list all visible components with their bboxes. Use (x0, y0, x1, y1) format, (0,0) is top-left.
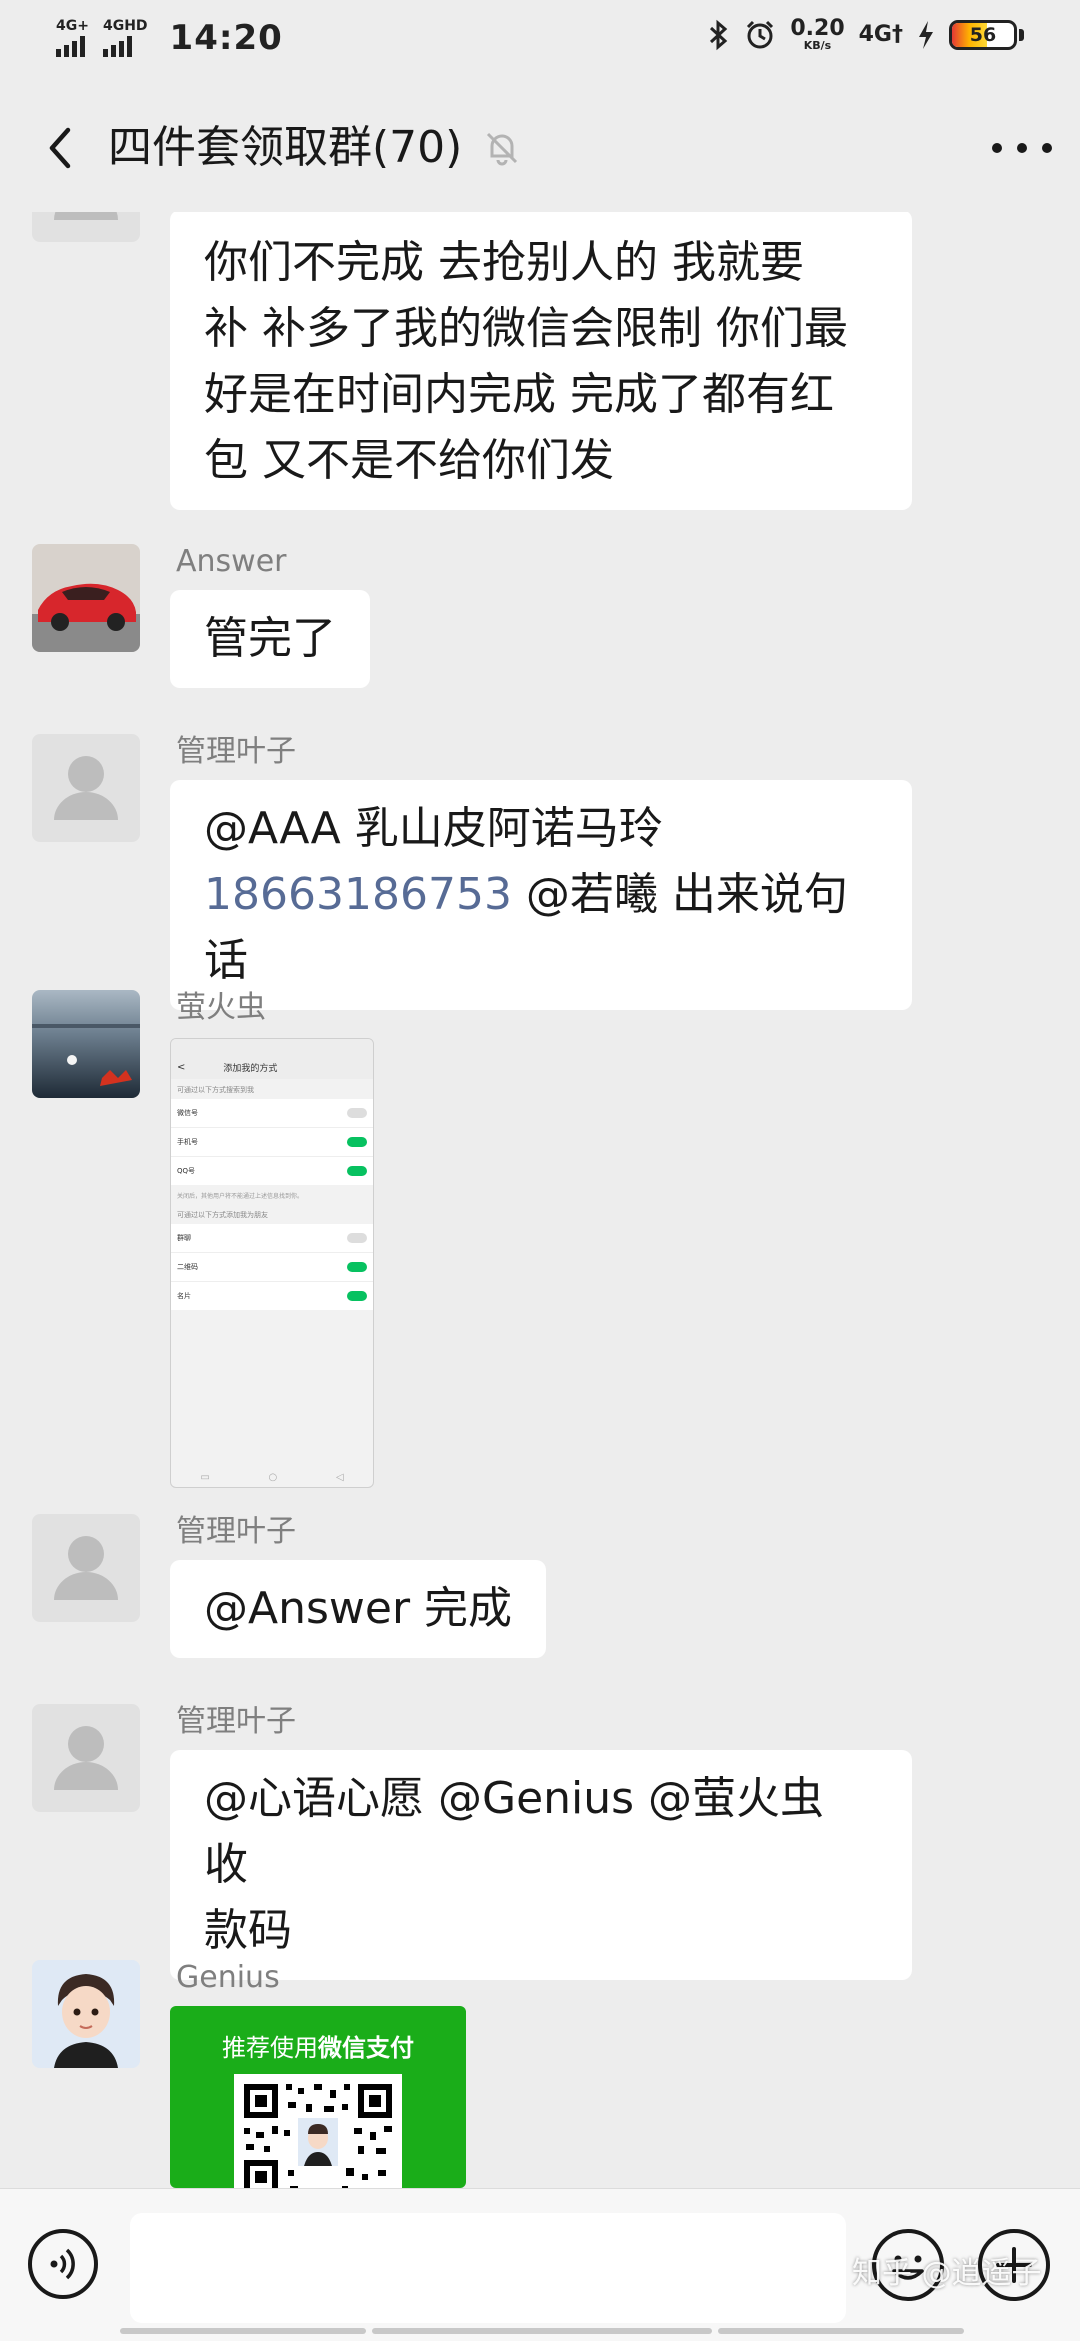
phone-link[interactable]: 18663186753 (204, 869, 512, 920)
page-title: 四件套领取群(70) (108, 122, 463, 173)
signal-strength-icon: 4G+ (56, 19, 89, 57)
nav-gesture-bar[interactable] (372, 2328, 712, 2334)
message-bubble[interactable]: 管完了 (170, 590, 370, 688)
message-list[interactable]: 你们不完成 去抢别人的 我就要 补 补多了我的微信会限制 你们最 好是在时间内完… (0, 212, 1080, 2188)
more-dots-icon[interactable] (992, 124, 1052, 172)
bell-off-icon (486, 132, 518, 166)
sender-name: 管理叶子 (176, 1514, 296, 1549)
avatar[interactable] (32, 734, 140, 842)
sender-name: Genius (176, 1960, 280, 1995)
image-message[interactable]: < 添加我的方式 可通过以下方式搜索到我 微信号 手机号 QQ号 关闭后，其他用… (170, 1038, 374, 1488)
signal-strength-icon-2: 4GHD (102, 19, 148, 57)
qr-code-icon (234, 2074, 402, 2188)
message-bubble[interactable]: @Answer 完成 (170, 1560, 547, 1658)
sender-name: 管理叶子 (176, 734, 296, 769)
status-bar: 4G+ 4GHD 14:20 0.20 KB/s 4G† 56 (0, 0, 1080, 84)
avatar[interactable] (32, 990, 140, 1098)
sender-name: 萤火虫 (176, 990, 266, 1025)
voice-icon[interactable] (28, 2229, 98, 2299)
avatar[interactable] (32, 1704, 140, 1812)
avatar[interactable] (32, 544, 140, 652)
message-bubble[interactable]: @心语心愿 @Genius @萤火虫 收 款码 (170, 1750, 912, 1980)
battery-icon: 56 (949, 19, 1017, 50)
sender-name: Answer (176, 544, 287, 579)
bluetooth-icon (710, 19, 728, 50)
alarm-icon (747, 20, 774, 48)
chevron-left-icon[interactable] (32, 118, 92, 178)
nav-gesture-bar[interactable] (120, 2328, 366, 2334)
message-bubble[interactable]: @AAA 乳山皮阿诺马玲 18663186753 @若曦 出来说句话 (170, 780, 912, 1010)
sender-name: 管理叶子 (176, 1704, 296, 1739)
avatar[interactable] (32, 1960, 140, 2068)
nav-gesture-bar[interactable] (718, 2328, 964, 2334)
charging-icon (919, 20, 933, 49)
watermark: 知乎 @逍遥子 (852, 2256, 1042, 2291)
chat-header: 四件套领取群(70) (0, 84, 1080, 212)
avatar[interactable] (32, 212, 140, 242)
payment-qr-card[interactable]: 推荐使用微信支付 (170, 2006, 466, 2188)
message-input[interactable] (130, 2213, 846, 2323)
network-type: 4G† (858, 22, 903, 47)
avatar[interactable] (32, 1514, 140, 1622)
message-bubble[interactable]: 你们不完成 去抢别人的 我就要 补 补多了我的微信会限制 你们最 好是在时间内完… (170, 212, 912, 510)
clock: 14:20 (169, 18, 283, 58)
network-speed: 0.20 KB/s (790, 16, 845, 52)
